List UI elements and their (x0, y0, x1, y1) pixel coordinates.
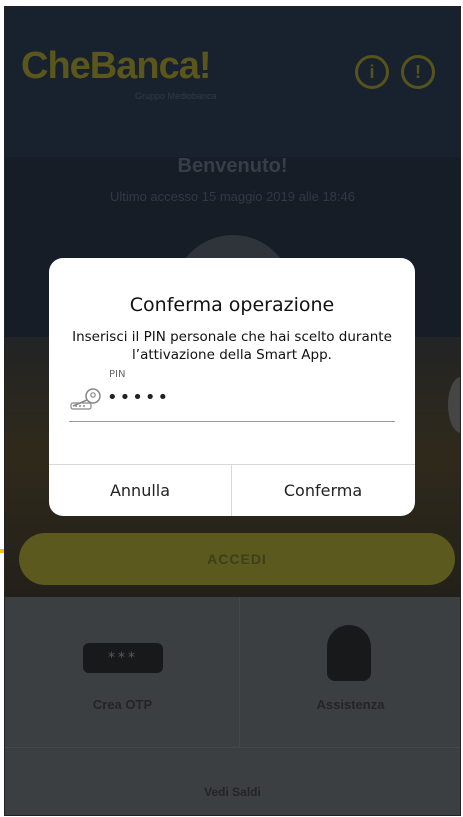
pin-label: PIN (109, 369, 126, 380)
dialog-message: Inserisci il PIN personale che hai scelt… (72, 329, 392, 363)
key-icon (70, 388, 101, 410)
confirm-button[interactable]: Conferma (232, 465, 414, 516)
accent-marker (0, 549, 4, 553)
confirm-dialog: Conferma operazione Inserisci il PIN per… (49, 258, 415, 516)
cancel-button[interactable]: Annulla (49, 465, 231, 516)
pin-input[interactable] (107, 384, 377, 410)
dialog-title: Conferma operazione (129, 294, 335, 316)
pin-underline (69, 421, 395, 422)
